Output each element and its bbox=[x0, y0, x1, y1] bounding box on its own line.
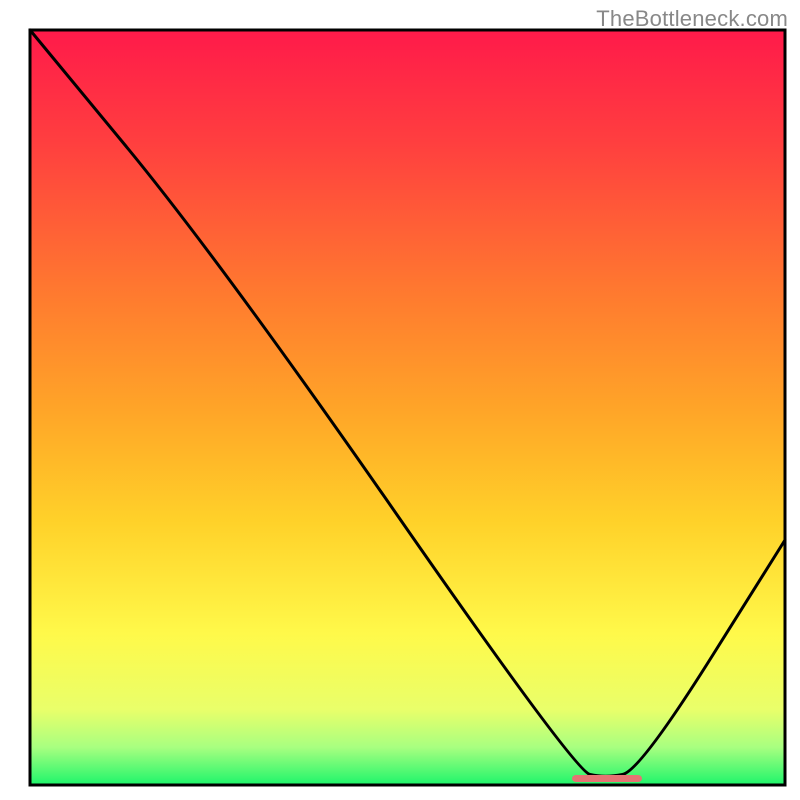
bottleneck-chart bbox=[0, 0, 800, 800]
minimum-marker bbox=[572, 775, 642, 782]
plot-background bbox=[30, 30, 785, 785]
chart-container: TheBottleneck.com bbox=[0, 0, 800, 800]
attribution-text: TheBottleneck.com bbox=[596, 6, 788, 32]
